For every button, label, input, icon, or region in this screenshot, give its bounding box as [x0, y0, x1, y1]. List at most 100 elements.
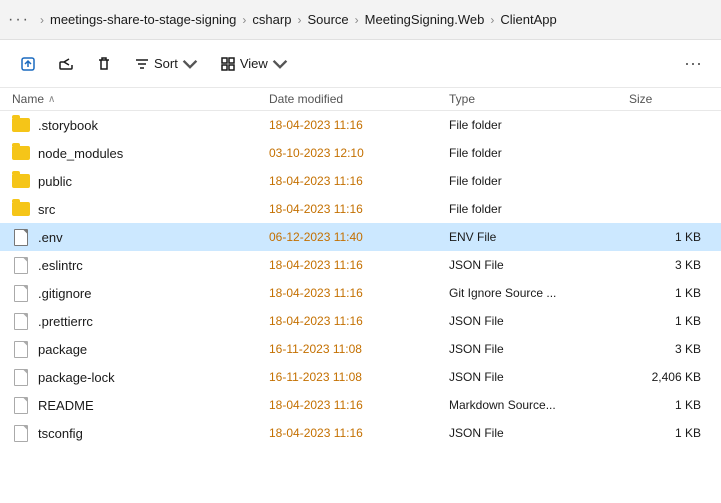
file-type: File folder	[449, 202, 629, 216]
navigate-up-button[interactable]	[12, 48, 44, 80]
file-name: package	[38, 342, 87, 357]
file-size: 1 KB	[629, 230, 709, 244]
table-row[interactable]: .eslintrc 18-04-2023 11:16 JSON File 3 K…	[0, 251, 721, 279]
file-name-cell: README	[12, 396, 269, 414]
titlebar-dots: ···	[8, 11, 30, 29]
share-button[interactable]	[50, 48, 82, 80]
file-name-cell: .storybook	[12, 116, 269, 134]
file-date: 18-04-2023 11:16	[269, 202, 449, 216]
file-date: 18-04-2023 11:16	[269, 286, 449, 300]
view-label: View	[240, 56, 268, 71]
file-size: 3 KB	[629, 342, 709, 356]
toolbar: Sort View ···	[0, 40, 721, 88]
breadcrumb-root[interactable]: meetings-share-to-stage-signing	[50, 12, 236, 27]
file-icon	[14, 397, 28, 414]
file-name: node_modules	[38, 146, 123, 161]
file-icon	[14, 369, 28, 386]
table-row[interactable]: .prettierrc 18-04-2023 11:16 JSON File 1…	[0, 307, 721, 335]
file-name: .gitignore	[38, 286, 91, 301]
sort-button[interactable]: Sort	[126, 48, 206, 80]
breadcrumb-source[interactable]: Source	[307, 12, 348, 27]
file-date: 18-04-2023 11:16	[269, 258, 449, 272]
file-type: Git Ignore Source ...	[449, 286, 629, 300]
file-size: 1 KB	[629, 398, 709, 412]
file-name: tsconfig	[38, 426, 83, 441]
view-chevron-icon	[272, 56, 288, 72]
file-type: File folder	[449, 174, 629, 188]
file-name-cell: .eslintrc	[12, 256, 269, 274]
file-date: 18-04-2023 11:16	[269, 118, 449, 132]
file-type: File folder	[449, 118, 629, 132]
table-row[interactable]: .env 06-12-2023 11:40 ENV File 1 KB	[0, 223, 721, 251]
breadcrumb-web[interactable]: MeetingSigning.Web	[365, 12, 485, 27]
sort-icon	[134, 56, 150, 72]
file-type: File folder	[449, 146, 629, 160]
file-size: 1 KB	[629, 426, 709, 440]
table-row[interactable]: public 18-04-2023 11:16 File folder	[0, 167, 721, 195]
share-icon	[58, 56, 74, 72]
view-button[interactable]: View	[212, 48, 296, 80]
env-file-icon	[14, 229, 28, 246]
breadcrumb-csharp[interactable]: csharp	[252, 12, 291, 27]
sort-arrow-icon: ∧	[48, 94, 55, 105]
file-name: .storybook	[38, 118, 98, 133]
file-date: 03-10-2023 12:10	[269, 146, 449, 160]
table-row[interactable]: package-lock 16-11-2023 11:08 JSON File …	[0, 363, 721, 391]
file-name-cell: public	[12, 172, 269, 190]
file-date: 18-04-2023 11:16	[269, 174, 449, 188]
table-row[interactable]: src 18-04-2023 11:16 File folder	[0, 195, 721, 223]
file-type: JSON File	[449, 342, 629, 356]
table-row[interactable]: .storybook 18-04-2023 11:16 File folder	[0, 111, 721, 139]
file-type: JSON File	[449, 426, 629, 440]
file-name-cell: node_modules	[12, 144, 269, 162]
table-row[interactable]: package 16-11-2023 11:08 JSON File 3 KB	[0, 335, 721, 363]
folder-icon	[12, 146, 30, 160]
file-name-cell: package	[12, 340, 269, 358]
column-type: Type	[449, 92, 629, 106]
column-size: Size	[629, 92, 709, 106]
file-name: public	[38, 174, 72, 189]
file-name: src	[38, 202, 55, 217]
breadcrumb-clientapp[interactable]: ClientApp	[500, 12, 556, 27]
file-name-cell: package-lock	[12, 368, 269, 386]
file-icon	[14, 313, 28, 330]
file-list-header: Name ∧ Date modified Type Size	[0, 88, 721, 111]
column-name[interactable]: Name ∧	[12, 92, 269, 106]
file-icon	[14, 425, 28, 442]
column-date-modified: Date modified	[269, 92, 449, 106]
file-type: Markdown Source...	[449, 398, 629, 412]
table-row[interactable]: README 18-04-2023 11:16 Markdown Source.…	[0, 391, 721, 419]
sort-label: Sort	[154, 56, 178, 71]
file-size: 3 KB	[629, 258, 709, 272]
titlebar: ··· › meetings-share-to-stage-signing › …	[0, 0, 721, 40]
file-name-cell: .env	[12, 228, 269, 246]
file-date: 16-11-2023 11:08	[269, 342, 449, 356]
file-date: 16-11-2023 11:08	[269, 370, 449, 384]
table-row[interactable]: node_modules 03-10-2023 12:10 File folde…	[0, 139, 721, 167]
more-options-button[interactable]: ···	[677, 48, 709, 80]
file-name-cell: .prettierrc	[12, 312, 269, 330]
file-list-container: Name ∧ Date modified Type Size .storyboo…	[0, 88, 721, 503]
file-name: package-lock	[38, 370, 115, 385]
table-row[interactable]: tsconfig 18-04-2023 11:16 JSON File 1 KB	[0, 419, 721, 447]
file-icon	[14, 285, 28, 302]
view-icon	[220, 56, 236, 72]
file-icon	[14, 341, 28, 358]
file-name-cell: .gitignore	[12, 284, 269, 302]
folder-icon	[12, 202, 30, 216]
arrow-up-icon	[20, 56, 36, 72]
file-size: 1 KB	[629, 314, 709, 328]
file-type: ENV File	[449, 230, 629, 244]
file-name-cell: tsconfig	[12, 424, 269, 442]
file-size: 1 KB	[629, 286, 709, 300]
file-type: JSON File	[449, 370, 629, 384]
folder-icon	[12, 118, 30, 132]
delete-button[interactable]	[88, 48, 120, 80]
file-date: 18-04-2023 11:16	[269, 426, 449, 440]
file-date: 06-12-2023 11:40	[269, 230, 449, 244]
file-date: 18-04-2023 11:16	[269, 398, 449, 412]
file-type: JSON File	[449, 258, 629, 272]
file-date: 18-04-2023 11:16	[269, 314, 449, 328]
table-row[interactable]: .gitignore 18-04-2023 11:16 Git Ignore S…	[0, 279, 721, 307]
trash-icon	[96, 56, 112, 72]
